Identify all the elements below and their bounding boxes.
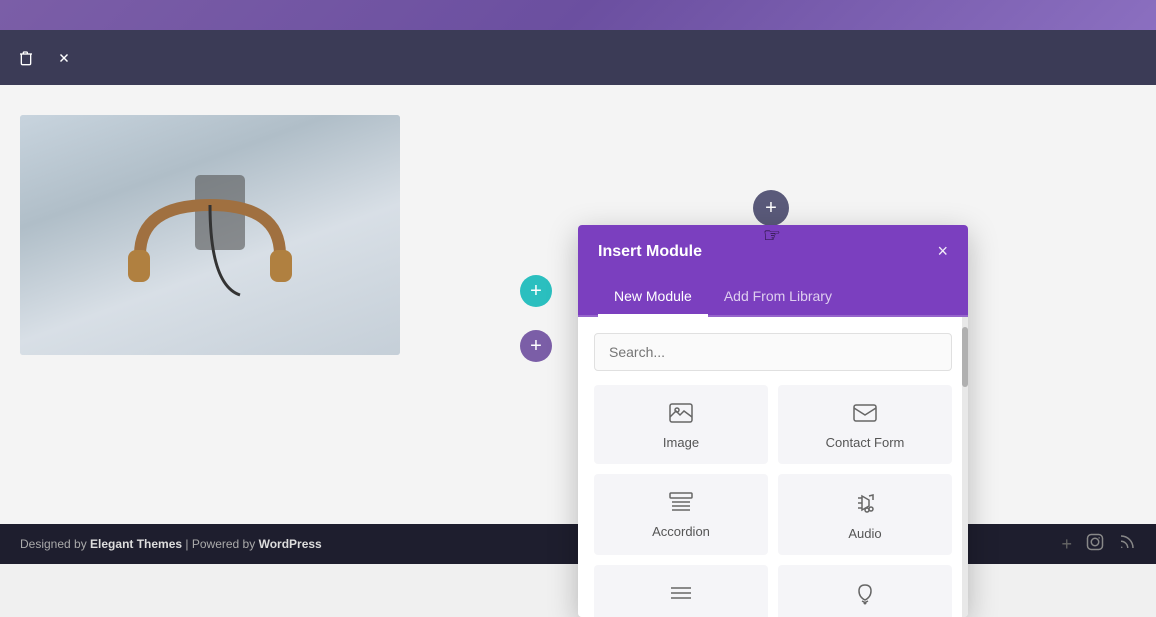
elegant-themes-link[interactable]: Elegant Themes (90, 537, 182, 551)
modules-grid: Image Contact Form (594, 385, 952, 617)
bar-counters-module-icon (669, 583, 693, 607)
dialog-body: Image Contact Form (578, 317, 968, 617)
tab-new-module[interactable]: New Module (598, 278, 708, 317)
dialog-tabs: New Module Add From Library (578, 278, 968, 317)
add-row-button-teal[interactable]: + (520, 275, 552, 307)
footer-social-icons: + (1061, 533, 1136, 556)
add-module-trigger-button[interactable]: + (753, 190, 789, 226)
delete-icon[interactable] (12, 44, 40, 72)
top-gradient-bar (0, 0, 1156, 30)
rss-icon[interactable] (1118, 533, 1136, 556)
dialog-title: Insert Module (598, 243, 702, 261)
module-item-audio[interactable]: Audio (778, 474, 952, 555)
module-item-image[interactable]: Image (594, 385, 768, 464)
tab-add-from-library[interactable]: Add From Library (708, 278, 848, 317)
audio-module-icon (853, 492, 877, 518)
image-module-icon (669, 403, 693, 427)
module-label-accordion: Accordion (652, 524, 710, 539)
footer-designed-by: Designed by (20, 537, 90, 551)
add-row-button-purple[interactable]: + (520, 330, 552, 362)
main-content: + + + Insert Module × New Module Add Fro… (0, 85, 1156, 524)
module-label-audio: Audio (848, 526, 881, 541)
accordion-module-icon (669, 492, 693, 516)
plus-social-icon[interactable]: + (1061, 534, 1072, 555)
module-item-blog[interactable]: Blog (778, 565, 952, 617)
module-search-input[interactable] (594, 333, 952, 371)
insert-module-dialog: Insert Module × New Module Add From Libr… (578, 225, 968, 617)
blog-module-icon (853, 583, 877, 609)
image-block (20, 115, 400, 355)
dialog-close-button[interactable]: × (937, 241, 948, 262)
footer-separator: | Powered by (182, 537, 259, 551)
toolbar (0, 30, 1156, 85)
instagram-icon[interactable] (1086, 533, 1104, 556)
dialog-header: Insert Module × (578, 225, 968, 278)
module-item-bar-counters[interactable]: Bar Counters (594, 565, 768, 617)
wordpress-link[interactable]: WordPress (259, 537, 322, 551)
footer-credit: Designed by Elegant Themes | Powered by … (20, 537, 322, 551)
module-item-accordion[interactable]: Accordion (594, 474, 768, 555)
module-label-contact-form: Contact Form (826, 435, 905, 450)
contact-form-module-icon (853, 403, 877, 427)
close-toolbar-icon[interactable] (50, 44, 78, 72)
module-item-contact-form[interactable]: Contact Form (778, 385, 952, 464)
module-label-image: Image (663, 435, 699, 450)
